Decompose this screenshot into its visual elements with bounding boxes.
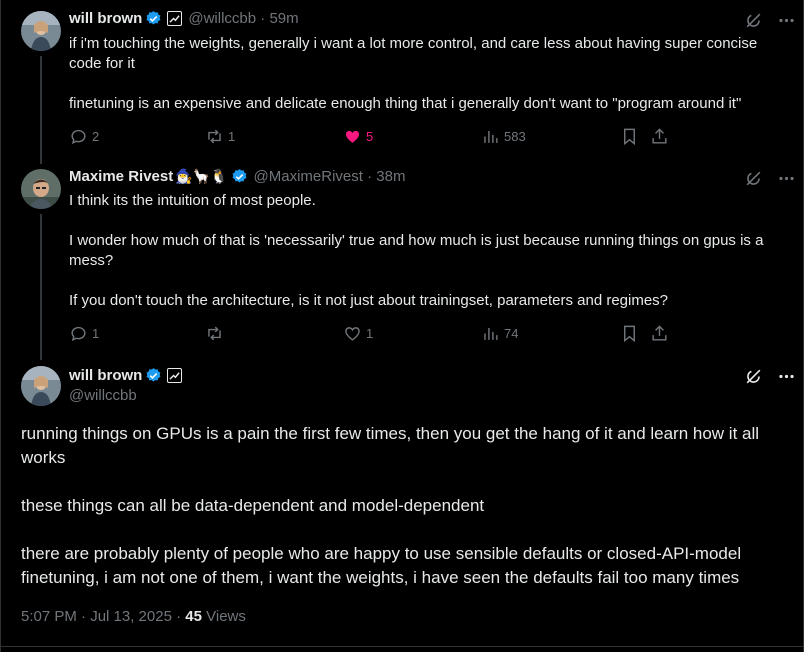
affiliate-badge-icon[interactable]: [167, 368, 183, 383]
share-icon: [652, 324, 667, 341]
thread-connector: [40, 56, 42, 164]
grok-icon[interactable]: [744, 169, 763, 188]
views-icon: [484, 130, 498, 143]
bookmark-button[interactable]: [620, 324, 643, 343]
tweet-header: Maxime Rivest 🧙‍♂️🦙🐧 @MaximeRivest · 38m: [69, 168, 405, 185]
tweet-top-actions: [744, 367, 796, 386]
views-icon: [484, 327, 498, 340]
like-button[interactable]: 1: [343, 324, 373, 343]
reply-count: 2: [92, 128, 100, 144]
repost-button[interactable]: [205, 324, 228, 343]
views-count: 74: [504, 325, 519, 341]
more-icon[interactable]: [777, 11, 796, 30]
like-icon: [345, 130, 360, 143]
like-count: 1: [366, 325, 374, 341]
tweet-text: I think its the intuition of most people…: [69, 192, 764, 309]
divider: [1, 646, 803, 647]
more-icon[interactable]: [777, 169, 796, 188]
verified-badge-icon: [146, 368, 161, 382]
author-emojis: 🧙‍♂️🦙🐧: [175, 168, 228, 184]
author-name[interactable]: will brown: [69, 367, 142, 384]
tweet-header: will brown: [69, 367, 183, 384]
tweet-timestamp[interactable]: 5:07 PM · Jul 13, 2025: [21, 608, 172, 625]
tweet-meta: 5:07 PM · Jul 13, 2025 · 45 Views: [21, 608, 246, 625]
verified-badge-icon: [146, 11, 161, 25]
main-tweet-text: running things on GPUs is a pain the fir…: [21, 424, 760, 587]
author-handle[interactable]: @MaximeRivest: [254, 168, 363, 185]
share-button[interactable]: [650, 324, 673, 343]
views-count: 583: [504, 128, 526, 144]
tweet-text: if i'm touching the weights, generally i…: [69, 35, 758, 112]
tweet-top-actions: [744, 11, 796, 30]
separator-dot: ·: [362, 168, 377, 185]
reply-icon: [71, 326, 86, 341]
avatar[interactable]: [21, 11, 61, 51]
like-icon: [345, 326, 360, 341]
tweet-thread: will brown @willccbb · 59m if i'm touchi…: [0, 0, 804, 652]
share-icon: [652, 127, 667, 144]
more-icon[interactable]: [777, 367, 796, 386]
reply-count: 1: [92, 325, 100, 341]
bookmark-icon: [624, 128, 635, 145]
views-label: Views: [206, 608, 246, 625]
tweet-actions: 1 1 74: [69, 323, 689, 343]
like-button[interactable]: 5: [343, 127, 373, 146]
tweet-header: will brown @willccbb · 59m: [69, 10, 299, 27]
repost-icon: [208, 326, 221, 340]
like-count: 5: [366, 128, 374, 144]
avatar[interactable]: [21, 169, 61, 209]
repost-button[interactable]: 1: [205, 127, 235, 146]
views-total: 45: [185, 608, 202, 625]
views-button[interactable]: 74: [481, 324, 518, 343]
author-handle[interactable]: @willccbb: [69, 387, 137, 404]
reply-icon: [71, 129, 86, 144]
author-name[interactable]: will brown: [69, 10, 142, 27]
views-button[interactable]: 583: [481, 127, 526, 146]
repost-count: 1: [228, 128, 236, 144]
tweet-top-actions: [744, 169, 796, 188]
bookmark-icon: [624, 325, 635, 342]
author-name[interactable]: Maxime Rivest: [69, 168, 173, 185]
tweet-actions: 2 1 5 583: [69, 126, 689, 146]
share-button[interactable]: [650, 127, 673, 146]
verified-badge-icon: [232, 169, 246, 183]
reply-button[interactable]: 1: [69, 324, 99, 343]
avatar[interactable]: [21, 366, 61, 406]
tweet-time[interactable]: 38m: [376, 168, 405, 185]
affiliate-badge-icon[interactable]: [167, 11, 183, 26]
author-handle[interactable]: @willccbb: [188, 10, 256, 27]
bookmark-button[interactable]: [620, 127, 643, 146]
reply-button[interactable]: 2: [69, 127, 99, 146]
repost-icon: [208, 129, 221, 143]
author-handle-row: @willccbb: [69, 387, 137, 404]
separator-dot: ·: [256, 10, 270, 27]
tweet-time[interactable]: 59m: [269, 10, 298, 27]
grok-icon[interactable]: [744, 367, 763, 386]
grok-icon[interactable]: [744, 11, 763, 30]
separator-dot: ·: [176, 608, 186, 625]
thread-connector: [40, 214, 42, 360]
